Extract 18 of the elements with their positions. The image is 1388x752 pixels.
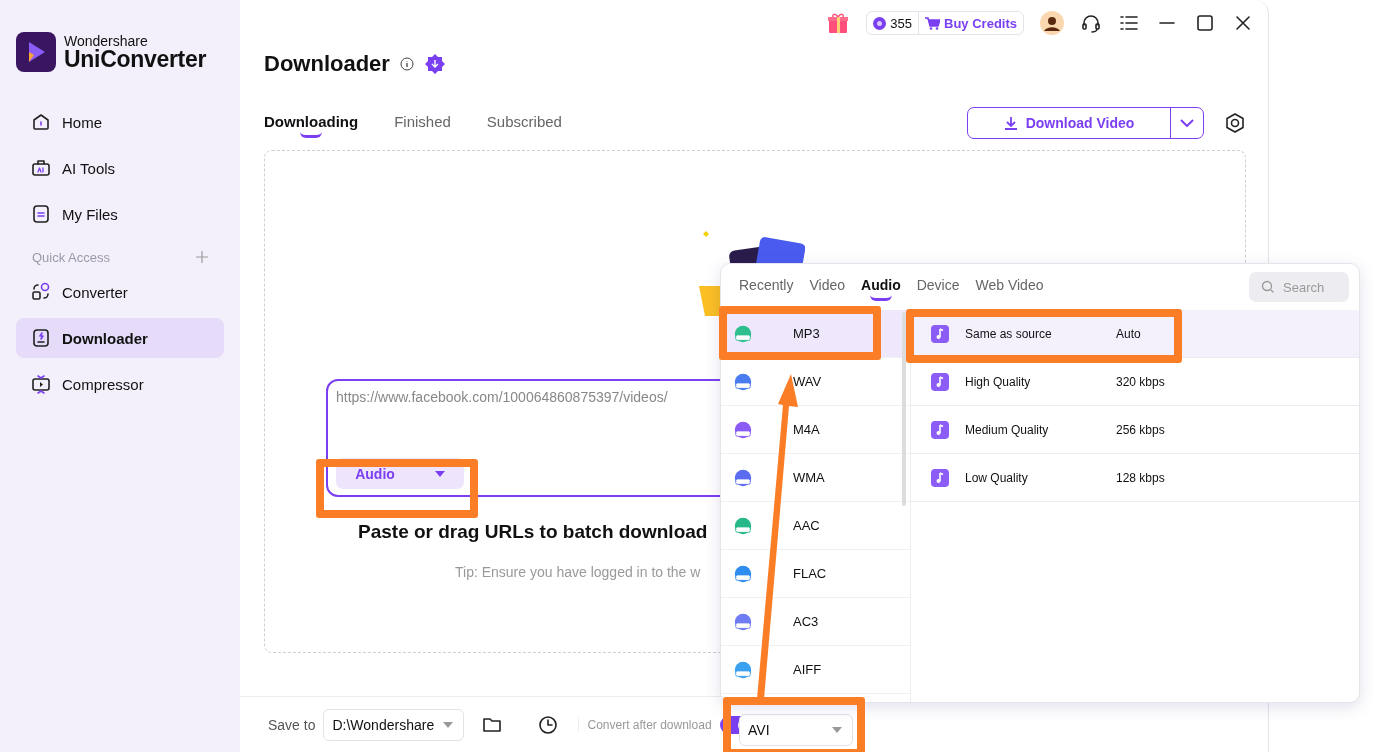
app-name: UniConverter	[64, 47, 207, 71]
url-text: https://www.facebook.com/100064860875397/videos/	[336, 389, 669, 405]
bitrate: 320 kbps	[1116, 374, 1165, 389]
convert-label: Convert after download	[578, 717, 712, 732]
bitrate: 128 kbps	[1116, 470, 1165, 485]
page-title: Downloader	[264, 51, 390, 77]
save-to-label: Save to	[268, 716, 316, 733]
bitrate: Auto	[1116, 326, 1141, 341]
quality-name: High Quality	[965, 374, 1032, 389]
brand-company: Wondershare	[64, 33, 149, 48]
quality-name: Medium Quality	[965, 422, 1050, 437]
quality-name: Same as source	[965, 326, 1053, 341]
drop-heading: Paste or drag URLs to batch download	[358, 521, 708, 543]
credits-count: 355	[867, 12, 919, 34]
section-label: Quick Access	[32, 249, 111, 265]
tip-text: Tip: Ensure you have logged in to the w	[455, 564, 701, 580]
bitrate: 256 kbps	[1116, 422, 1165, 437]
quality-name: Low Quality	[965, 470, 1029, 485]
